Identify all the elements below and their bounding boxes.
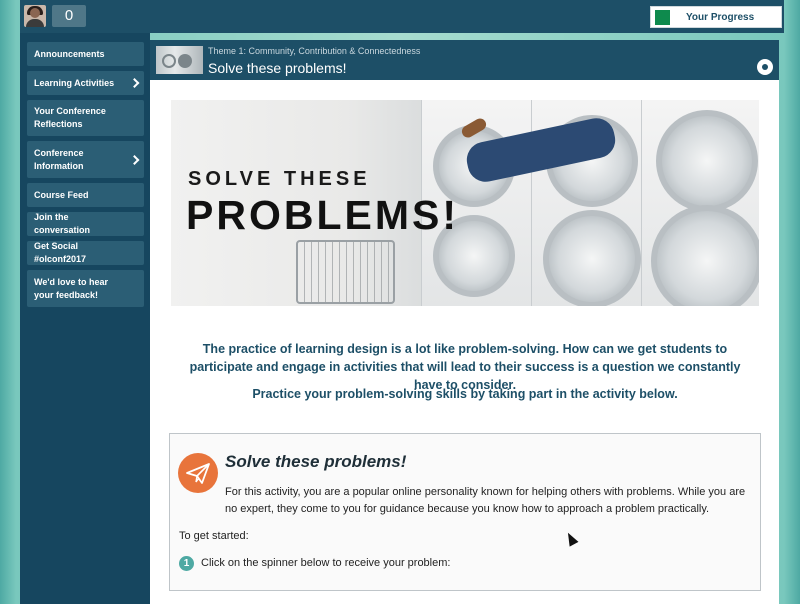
sidebar-item-announcements[interactable]: Announcements [27,42,144,66]
hero-heading: PROBLEMS! [186,192,459,238]
sidebar-item-learning-activities[interactable]: Learning Activities [27,71,144,95]
hero-banner: SOLVE THESE PROBLEMS! [171,100,759,306]
activity-title: Solve these problems! [225,452,407,471]
sidebar-item-label: Join the conversation [34,212,91,235]
sidebar-item-join-conversation[interactable]: Join the conversation [27,212,144,236]
sidebar-item-label: Announcements [34,48,105,59]
header-thumbnail [156,46,203,74]
step-number-badge: 1 [179,556,194,571]
get-started-label: To get started: [179,530,249,542]
content-frame: Theme 1: Community, Contribution & Conne… [150,40,779,604]
chevron-right-icon [129,154,140,165]
sidebar-item-label: Course Feed [34,189,89,200]
sidebar-nav: Announcements Learning Activities Your C… [20,33,150,604]
progress-button[interactable]: Your Progress [650,6,782,28]
sidebar-item-conference-information[interactable]: Conference Information [27,141,144,178]
points-counter[interactable]: 0 [52,5,86,27]
intro-text: The practice of learning design is a lot… [189,342,741,392]
sidebar-item-conference-reflections[interactable]: Your Conference Reflections [27,100,144,136]
chevron-right-icon [129,78,140,88]
activity-card: Solve these problems! For this activity,… [169,433,761,591]
breadcrumb: Theme 1: Community, Contribution & Conne… [208,46,421,56]
content-header: Theme 1: Community, Contribution & Conne… [150,40,779,80]
sidebar-item-label: Conference Information [34,147,84,171]
sidebar-item-label: We'd love to hear your feedback! [34,276,108,300]
status-indicator-icon[interactable] [757,59,773,75]
sidebar-item-course-feed[interactable]: Course Feed [27,183,144,207]
avatar[interactable] [24,5,46,27]
page-title: Solve these problems! [208,60,347,76]
sidebar-item-feedback[interactable]: We'd love to hear your feedback! [27,270,144,307]
intro-cta: Practice your problem-solving skills by … [252,387,678,401]
step-text: Click on the spinner below to receive yo… [201,557,451,569]
sidebar-item-label: Learning Activities [34,77,115,88]
paper-plane-icon [178,453,218,493]
activity-description: For this activity, you are a popular onl… [225,486,746,515]
sidebar-item-label: Your Conference Reflections [34,106,106,129]
hero-subtitle: SOLVE THESE [188,168,371,190]
sidebar-item-label: Get Social #olconf2017 [34,241,87,264]
sidebar-item-get-social[interactable]: Get Social #olconf2017 [27,241,144,265]
progress-indicator [655,10,670,25]
progress-label: Your Progress [686,12,755,23]
